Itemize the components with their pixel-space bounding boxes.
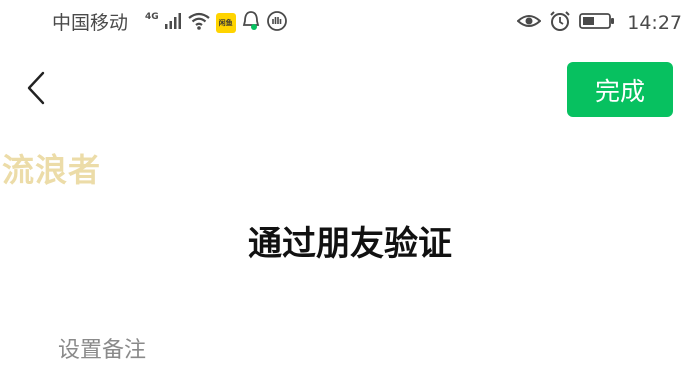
chevron-left-icon — [25, 71, 47, 109]
app-icon — [266, 10, 288, 36]
status-bar: 中国移动 4G 闲鱼 14:27 — [0, 0, 700, 48]
signal-icon — [164, 12, 182, 34]
network-type: 4G — [145, 12, 159, 22]
watermark-text: 流浪者 — [2, 151, 102, 189]
done-button[interactable]: 完成 — [567, 62, 673, 117]
back-button[interactable] — [18, 70, 54, 110]
eye-icon — [516, 12, 542, 34]
alarm-icon — [549, 10, 571, 36]
wifi-icon — [187, 11, 211, 35]
app-badge-icon: 闲鱼 — [215, 13, 236, 33]
status-icons-right: 14:27 — [516, 10, 682, 36]
remark-label: 设置备注 — [58, 338, 147, 363]
clock-time: 14:27 — [627, 12, 682, 34]
carrier-name: 中国移动 — [52, 12, 129, 34]
page-title: 通过朋友验证 — [248, 224, 452, 264]
battery-icon — [579, 12, 615, 34]
notification-icon — [241, 10, 261, 36]
status-icons-left: 4G 闲鱼 — [145, 10, 288, 36]
